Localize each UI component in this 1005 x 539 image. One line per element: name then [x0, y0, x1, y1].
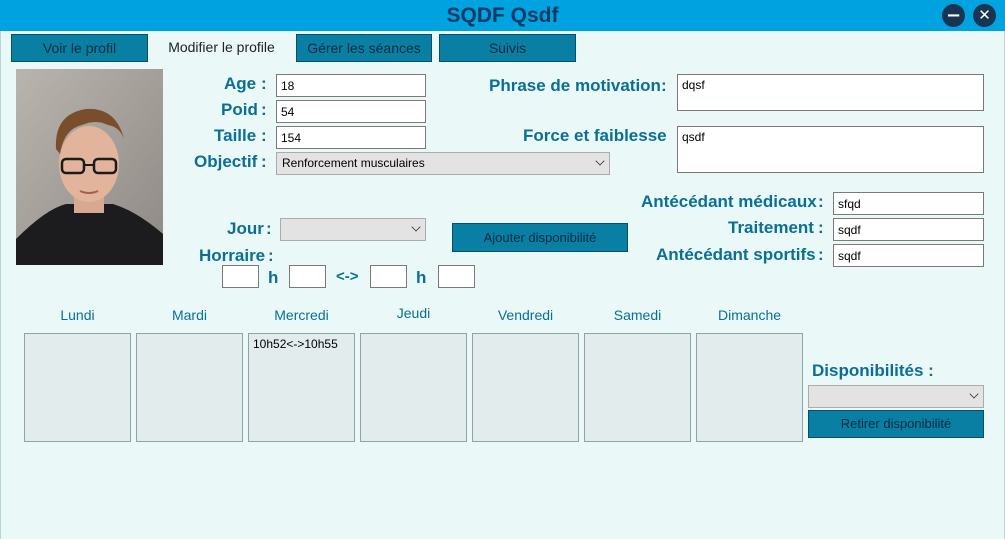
- objectif-value: Renforcement musculaires: [282, 156, 425, 170]
- tab-suivis[interactable]: Suivis: [439, 34, 576, 62]
- tab-voir-profil[interactable]: Voir le profil: [11, 34, 148, 62]
- horraire-colon: :: [268, 246, 274, 265]
- age-input[interactable]: [276, 74, 426, 97]
- objectif-select[interactable]: Renforcement musculaires: [276, 152, 610, 175]
- jour-colon: :: [266, 219, 272, 238]
- chevron-down-icon: [969, 389, 979, 399]
- day-label-mardi: Mardi: [171, 307, 207, 323]
- phrase-motivation-input[interactable]: dqsf: [677, 74, 984, 111]
- objectif-colon: :: [261, 152, 267, 171]
- poid-input[interactable]: [276, 100, 426, 123]
- traitement-input[interactable]: [833, 218, 984, 241]
- antecedant-sportifs-input[interactable]: [833, 244, 984, 267]
- day-slot-vendredi[interactable]: [472, 333, 579, 442]
- end-hour-input[interactable]: [370, 265, 407, 288]
- phrase-motivation-label: Phrase de motivation: [489, 76, 661, 95]
- chevron-down-icon: [411, 222, 421, 232]
- window-title: SQDF Qsdf: [446, 4, 559, 27]
- traitement-label: Traitement: [728, 218, 814, 237]
- time-separator: <->: [336, 268, 359, 285]
- day-label-samedi: Samedi: [613, 307, 662, 323]
- day-label-lundi: Lundi: [60, 307, 95, 323]
- chevron-down-icon: [595, 156, 605, 166]
- taille-colon: :: [261, 126, 267, 145]
- start-hour-input[interactable]: [222, 265, 259, 288]
- h-label-end: h: [416, 268, 427, 287]
- poid-colon: :: [261, 100, 267, 119]
- h-label-start: h: [268, 268, 279, 287]
- antecedant-medicaux-input[interactable]: [833, 192, 984, 215]
- day-slot-lundi[interactable]: [24, 333, 131, 442]
- antecedant-sportifs-label: Antécédant sportifs: [656, 245, 816, 264]
- ajouter-disponibilite-button[interactable]: Ajouter disponibilité: [452, 223, 628, 252]
- antecedant-medicaux-label: Antécédant médicaux: [641, 192, 817, 211]
- start-minute-input[interactable]: [289, 265, 326, 288]
- taille-input[interactable]: [276, 126, 426, 149]
- tab-gerer-seances[interactable]: Gérer les séances: [296, 34, 432, 62]
- profile-photo: [16, 69, 163, 265]
- horraire-label: Horraire: [199, 246, 266, 265]
- jour-select[interactable]: [280, 218, 426, 241]
- antecedant-medicaux-colon: :: [818, 192, 824, 211]
- age-colon: :: [261, 74, 267, 93]
- day-slot-mardi[interactable]: [136, 333, 243, 442]
- day-slot-samedi[interactable]: [584, 333, 691, 442]
- jour-label: Jour: [227, 219, 264, 238]
- tab-modifier-profile[interactable]: Modifier le profile: [155, 34, 288, 62]
- age-label: Age: [224, 74, 257, 93]
- antecedant-sportifs-colon: :: [818, 245, 824, 264]
- objectif-label: Objectif: [194, 152, 258, 171]
- traitement-colon: :: [818, 218, 824, 237]
- day-label-dimanche: Dimanche: [717, 307, 782, 323]
- day-label-jeudi: Jeudi: [396, 305, 431, 321]
- poid-label: Poid: [221, 100, 258, 119]
- day-label-mercredi: Mercredi: [274, 307, 329, 323]
- disponibilites-label: Disponibilités :: [812, 361, 934, 380]
- force-faiblesse-input[interactable]: qsdf: [677, 126, 984, 173]
- phrase-motivation-colon: :: [661, 76, 667, 95]
- retirer-disponibilite-button[interactable]: Retirer disponibilité: [808, 410, 984, 438]
- day-label-vendredi: Vendredi: [497, 307, 554, 323]
- force-faiblesse-label: Force et faiblesse: [523, 126, 667, 145]
- day-slot-jeudi[interactable]: [360, 333, 467, 442]
- end-minute-input[interactable]: [438, 265, 475, 288]
- minimize-icon[interactable]: −: [942, 4, 965, 27]
- day-slot-mercredi[interactable]: 10h52<->10h55: [248, 333, 355, 442]
- day-slot-dimanche[interactable]: [696, 333, 803, 442]
- close-icon[interactable]: ✕: [973, 4, 996, 27]
- taille-label: Taille: [214, 126, 257, 145]
- disponibilites-select[interactable]: [808, 385, 984, 408]
